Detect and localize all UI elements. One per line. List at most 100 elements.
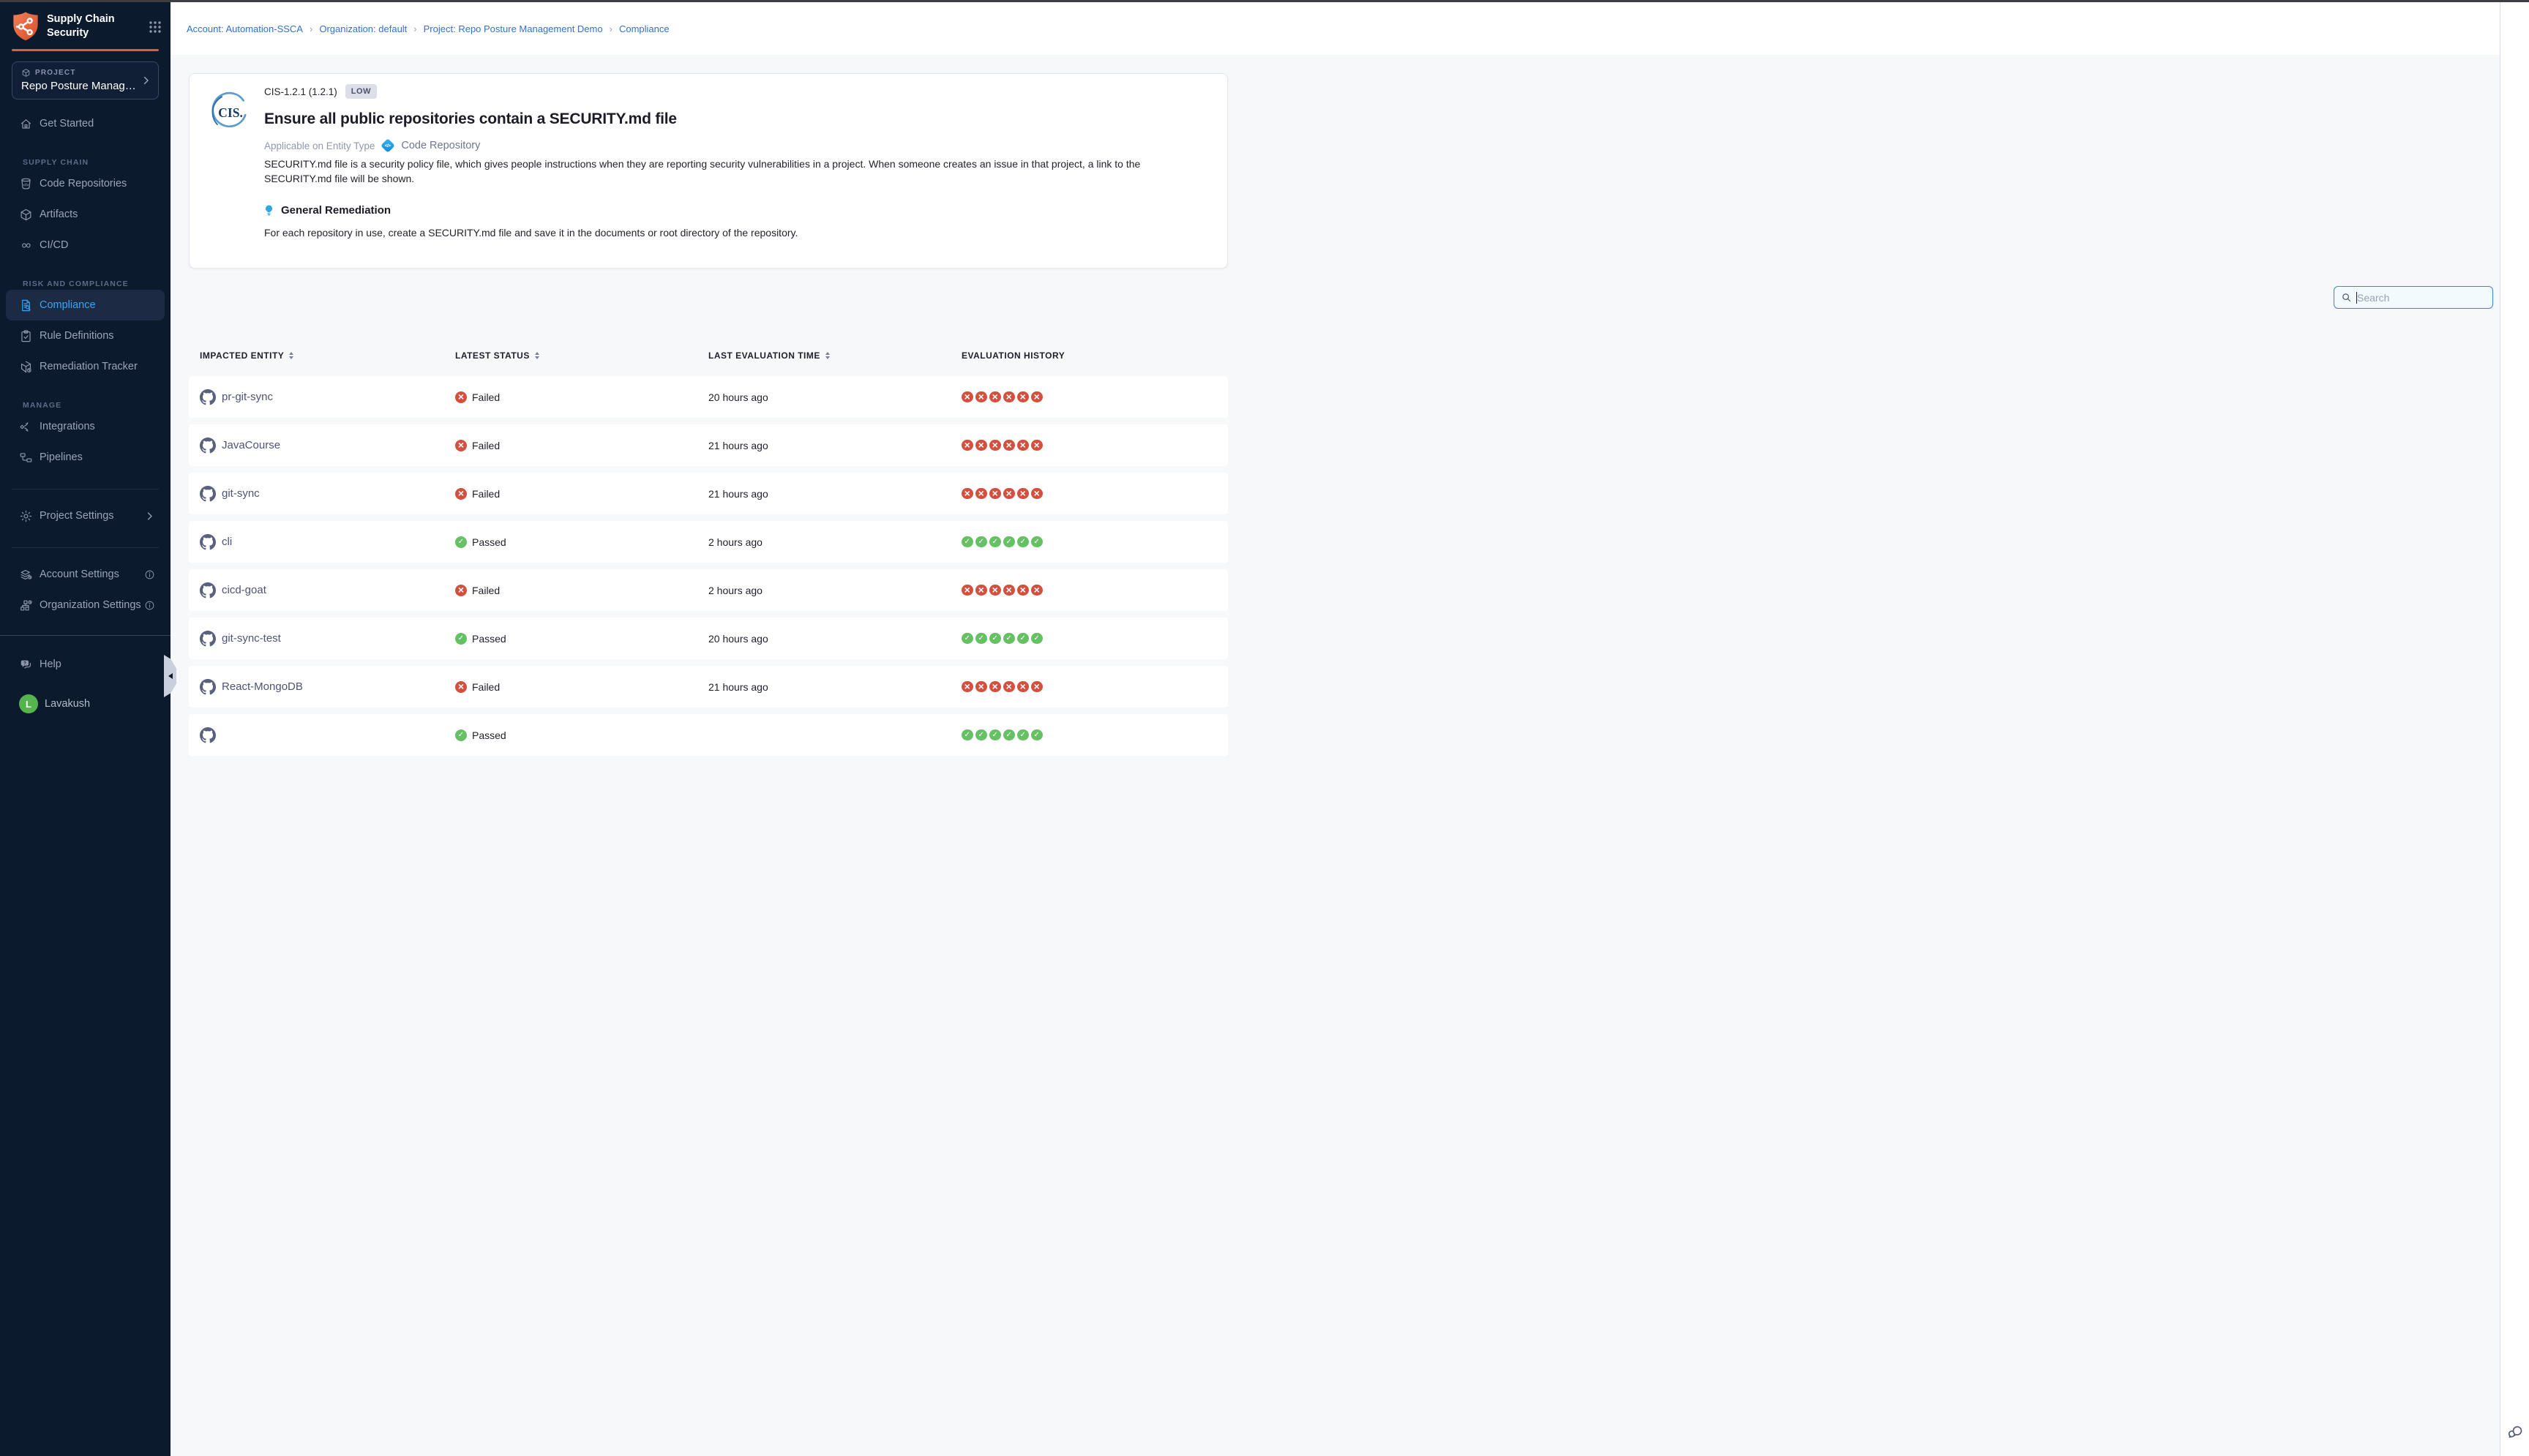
- sidebar-item-help[interactable]: ? Help: [0, 649, 171, 680]
- share-nodes-icon: [19, 420, 33, 434]
- main-content: CIS. CIS-1.2.1 (1.2.1) LOW Ensure all pu…: [171, 55, 2500, 1456]
- sidebar-item-label: CI/CD: [40, 239, 68, 251]
- github-icon: [200, 582, 216, 598]
- status-label: Passed: [472, 536, 506, 548]
- evaluation-fail-icon: [975, 488, 987, 500]
- evaluation-pass-icon: [1017, 633, 1029, 645]
- sidebar-divider: [12, 547, 159, 548]
- pipeline-icon: [19, 451, 33, 465]
- status-label: Failed: [472, 585, 500, 596]
- column-header-label: LAST EVALUATION TIME: [708, 350, 820, 361]
- table-row: cicd-goatFailed2 hours ago: [189, 569, 1228, 611]
- sidebar-item-label: Code Repositories: [40, 178, 127, 189]
- doc-search-icon: [19, 299, 33, 312]
- sidebar-item-artifacts[interactable]: Artifacts: [0, 199, 171, 230]
- chat-bubbles-icon[interactable]: [2506, 1424, 2524, 1441]
- table-row: cliPassed2 hours ago: [189, 521, 1228, 563]
- breadcrumb-link[interactable]: Project: Repo Posture Management Demo: [424, 23, 603, 34]
- status-failed-icon: [455, 681, 467, 693]
- column-header-evaluation-history: EVALUATION HISTORY: [962, 350, 1065, 361]
- breadcrumb-link[interactable]: Account: Automation-SSCA: [187, 23, 303, 34]
- evaluation-pass-icon: [962, 729, 973, 741]
- entity-link[interactable]: JavaCourse: [222, 439, 280, 451]
- entity-link[interactable]: cli: [222, 536, 232, 548]
- org-gear-icon: [19, 598, 33, 612]
- evaluation-pass-icon: [962, 633, 973, 645]
- breadcrumb-link[interactable]: Organization: default: [319, 23, 407, 34]
- column-header-label: EVALUATION HISTORY: [962, 350, 1065, 361]
- sidebar-item-pipelines[interactable]: Pipelines: [0, 442, 171, 473]
- latest-status-cell: Failed: [455, 424, 500, 466]
- code-repository-type-icon: </>: [381, 138, 395, 153]
- evaluation-fail-icon: [1031, 440, 1043, 451]
- sidebar-item-integrations[interactable]: Integrations: [0, 411, 171, 442]
- info-icon: [144, 600, 155, 611]
- column-header-impacted-entity[interactable]: IMPACTED ENTITY: [200, 350, 293, 361]
- collapse-left-arrow-icon: [168, 673, 173, 679]
- column-header-last-evaluation-time[interactable]: LAST EVALUATION TIME: [708, 350, 830, 361]
- entity-link[interactable]: pr-git-sync: [222, 391, 273, 403]
- impacted-entity-cell: git-sync: [200, 473, 260, 514]
- evaluation-pass-icon: [975, 633, 987, 645]
- breadcrumb: Account: Automation-SSCA›Organization: d…: [187, 23, 670, 34]
- last-evaluation-time-cell: 20 hours ago: [708, 618, 768, 659]
- sidebar-nav: Get StartedSUPPLY CHAIN</>Code Repositor…: [0, 108, 171, 473]
- evaluation-fail-icon: [1031, 585, 1043, 596]
- evaluation-fail-icon: [989, 585, 1001, 596]
- breadcrumb-link[interactable]: Compliance: [619, 23, 670, 34]
- entity-link[interactable]: cicd-goat: [222, 584, 266, 596]
- selected-project-name: Repo Posture Manage...: [21, 80, 149, 92]
- latest-status-cell: Passed: [455, 618, 506, 659]
- impacted-entity-cell: pr-git-sync: [200, 376, 273, 418]
- last-evaluation-time-cell: 20 hours ago: [708, 376, 768, 418]
- evaluation-pass-icon: [989, 633, 1001, 645]
- evaluation-fail-icon: [1003, 391, 1015, 403]
- entity-link[interactable]: git-sync: [222, 487, 260, 500]
- sort-arrows-icon: [289, 352, 293, 359]
- sidebar-item-label: Pipelines: [40, 451, 83, 463]
- evaluation-fail-icon: [962, 681, 973, 693]
- sidebar-item-label: Help: [40, 658, 61, 670]
- entity-link[interactable]: React-MongoDB: [222, 680, 303, 693]
- sidebar-item-code-repositories[interactable]: </> Code Repositories: [0, 168, 171, 199]
- project-selector[interactable]: PROJECT Repo Posture Manage...: [12, 61, 159, 100]
- sidebar-item-label: Remediation Tracker: [40, 361, 138, 372]
- sidebar-item-account-settings[interactable]: Account Settings: [0, 559, 171, 590]
- sidebar-item-cicd[interactable]: CI/CD: [0, 230, 171, 260]
- general-remediation-heading: General Remediation: [263, 203, 391, 217]
- sidebar-item-user-profile[interactable]: L Lavakush: [0, 688, 171, 719]
- evaluation-pass-icon: [1031, 633, 1043, 645]
- evaluation-fail-icon: [1017, 681, 1029, 693]
- evaluation-pass-icon: [1003, 536, 1015, 548]
- impacted-entity-cell: JavaCourse: [200, 424, 280, 466]
- sidebar-item-organization-settings[interactable]: Organization Settings: [0, 590, 171, 620]
- svg-text:CIS.: CIS.: [218, 105, 243, 120]
- sidebar-item-rule-definitions[interactable]: Rule Definitions: [0, 320, 171, 351]
- entity-link[interactable]: git-sync-test: [222, 632, 281, 645]
- status-failed-icon: [455, 440, 467, 451]
- layers-gear-icon: [19, 568, 33, 582]
- table-row: git-sync-test Passed 20 hours ago: [189, 618, 1228, 659]
- sidebar-item-compliance[interactable]: Compliance: [6, 290, 165, 320]
- table-row: Passed: [189, 714, 1228, 756]
- rule-id: CIS-1.2.1 (1.2.1): [264, 86, 337, 97]
- app-switcher-grid-icon[interactable]: [149, 20, 162, 34]
- sidebar-item-get-started[interactable]: Get Started: [0, 108, 171, 139]
- repo-icon: </>: [19, 177, 33, 191]
- sidebar-section-manage: MANAGE: [0, 399, 171, 411]
- evaluation-fail-icon: [1003, 681, 1015, 693]
- chevron-right-icon: [140, 75, 151, 86]
- search-input[interactable]: [2357, 292, 2486, 304]
- gear-icon: [19, 509, 33, 523]
- sidebar-item-label: Project Settings: [40, 510, 114, 522]
- evaluation-history-cell: [962, 424, 1043, 466]
- sidebar-item-project-settings[interactable]: Project Settings: [0, 500, 171, 531]
- table-row: pr-git-syncFailed20 hours ago: [189, 376, 1228, 418]
- evaluation-pass-icon: [1003, 633, 1015, 645]
- box-wrench-icon: [19, 360, 33, 374]
- column-header-latest-status[interactable]: LATEST STATUS: [455, 350, 539, 361]
- evaluation-pass-icon: [962, 536, 973, 548]
- last-evaluation-time-cell: 21 hours ago: [708, 473, 768, 514]
- evaluation-history-cell: [962, 666, 1043, 708]
- sidebar-item-remediation-tracker[interactable]: Remediation Tracker: [0, 351, 171, 382]
